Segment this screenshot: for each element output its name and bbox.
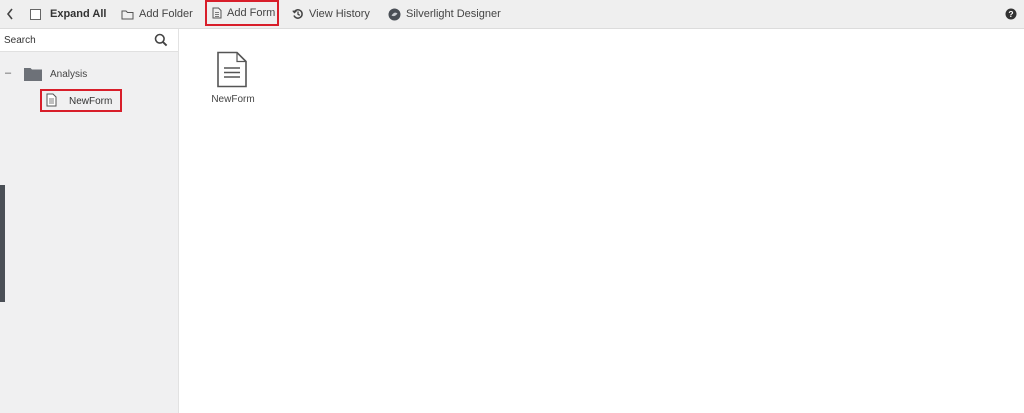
form-document-icon [217, 51, 247, 88]
main-content: NewForm [179, 29, 1024, 413]
form-tile-label: NewForm [211, 94, 255, 105]
view-history-button[interactable]: View History [292, 0, 370, 28]
form-tile-newform[interactable]: NewForm [209, 49, 259, 109]
search-box [0, 29, 178, 52]
tree-item-newform[interactable]: NewForm [40, 89, 122, 112]
checkbox-icon[interactable] [30, 8, 41, 20]
expand-all-toggle[interactable]: Expand All [30, 0, 106, 28]
add-form-button[interactable]: Add Form [205, 0, 279, 26]
svg-text:?: ? [1008, 9, 1013, 19]
history-icon [292, 9, 303, 19]
silverlight-designer-button[interactable]: Silverlight Designer [388, 0, 501, 28]
help-icon: ? [1005, 8, 1017, 20]
tree-folder-analysis[interactable]: Analysis [50, 69, 87, 80]
form-document-icon [212, 7, 222, 19]
chevron-left-icon [6, 8, 13, 20]
form-document-icon [46, 93, 57, 107]
help-button[interactable]: ? [1005, 0, 1017, 28]
back-button[interactable] [3, 0, 17, 28]
search-input[interactable] [4, 32, 144, 48]
sidebar: – Analysis NewForm [0, 29, 179, 413]
add-form-label: Add Form [227, 7, 276, 19]
tree-collapse-toggle[interactable]: – [5, 67, 11, 79]
expand-all-label: Expand All [50, 8, 107, 20]
silverlight-icon [388, 8, 401, 20]
sidebar-resize-handle[interactable] [0, 185, 5, 302]
folder-outline-icon [121, 10, 134, 19]
view-history-label: View History [309, 8, 370, 20]
folder-icon [24, 68, 42, 81]
add-folder-button[interactable]: Add Folder [121, 0, 193, 28]
silverlight-designer-label: Silverlight Designer [406, 8, 501, 20]
toolbar: Expand All Add Folder Add Form View Hist… [0, 0, 1024, 29]
tree-item-label: NewForm [69, 96, 113, 107]
add-folder-label: Add Folder [139, 8, 193, 20]
search-icon[interactable] [154, 33, 168, 47]
